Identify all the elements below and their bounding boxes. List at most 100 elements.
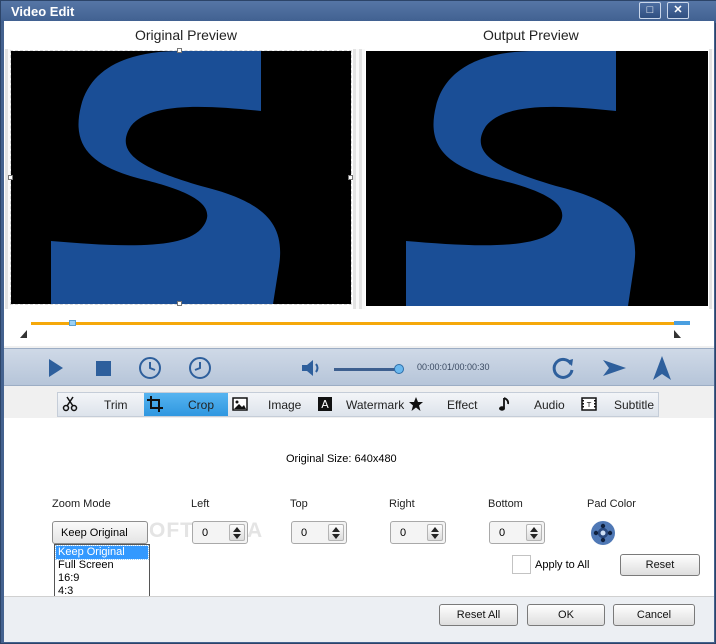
star-icon xyxy=(409,397,423,411)
flip-vertical-icon[interactable] xyxy=(649,355,675,381)
tab-trim[interactable]: Trim xyxy=(58,393,144,416)
time-readout: 00:00:01/00:00:30 xyxy=(417,362,490,372)
title-bar: Video Edit □ ✕ xyxy=(1,1,716,23)
preview-border-right xyxy=(709,49,714,309)
reset-all-button[interactable]: Reset All xyxy=(439,604,518,626)
flip-horizontal-icon[interactable] xyxy=(601,355,627,381)
tab-watermark[interactable]: A Watermark xyxy=(313,393,412,416)
tab-label: Image xyxy=(268,398,302,412)
subtitle-icon: T xyxy=(581,397,597,411)
color-wheel-icon xyxy=(593,523,613,543)
zoom-option-full-screen[interactable]: Full Screen xyxy=(56,559,148,572)
tab-label: Audio xyxy=(534,398,565,412)
original-preview-title: Original Preview xyxy=(135,27,237,43)
pad-color-label: Pad Color xyxy=(587,498,636,510)
zoom-mode-value: Keep Original xyxy=(61,527,128,539)
left-spin-buttons[interactable] xyxy=(229,524,245,541)
tab-label: Effect xyxy=(447,398,478,412)
tab-effect[interactable]: Effect xyxy=(409,393,495,416)
left-value: 0 xyxy=(202,527,209,539)
top-spin-buttons[interactable] xyxy=(328,524,344,541)
apply-to-all-checkbox[interactable] xyxy=(512,555,531,574)
watermark-icon: A xyxy=(318,397,332,411)
timeline-playhead[interactable] xyxy=(69,320,76,326)
pad-color-picker[interactable] xyxy=(591,521,615,545)
timeline-end-segment xyxy=(674,321,690,325)
player-controls: 00:00:01/00:00:30 xyxy=(4,348,714,386)
right-spin-buttons[interactable] xyxy=(427,524,443,541)
spin-up-icon[interactable] xyxy=(530,527,538,532)
bottom-spinbox[interactable]: 0 xyxy=(489,521,545,544)
spin-up-icon[interactable] xyxy=(332,527,340,532)
window-title: Video Edit xyxy=(11,4,75,19)
zoom-mode-select[interactable]: Keep Original xyxy=(52,521,148,544)
left-spinbox[interactable]: 0 xyxy=(192,521,248,544)
svg-text:T: T xyxy=(586,401,592,409)
preview-area: Original Preview Output Preview xyxy=(4,21,714,346)
volume-knob[interactable] xyxy=(393,364,404,374)
bottom-value: 0 xyxy=(499,527,506,539)
tab-subtitle[interactable]: T Subtitle xyxy=(577,393,659,416)
play-icon[interactable] xyxy=(42,355,68,381)
spin-down-icon[interactable] xyxy=(530,534,538,539)
volume-slider[interactable] xyxy=(334,368,402,371)
client-area: Original Preview Output Preview 00:00:01… xyxy=(4,21,714,642)
tab-image[interactable]: Image xyxy=(228,393,313,416)
close-button[interactable]: ✕ xyxy=(667,2,689,19)
zoom-mode-dropdown: Keep Original Full Screen 16:9 4:3 xyxy=(54,544,150,597)
tab-label: Crop xyxy=(188,398,215,412)
cancel-button[interactable]: Cancel xyxy=(613,604,695,626)
left-label: Left xyxy=(191,498,210,510)
tab-audio[interactable]: Audio xyxy=(495,393,577,416)
crop-icon xyxy=(147,396,163,412)
crop-handle-left[interactable] xyxy=(8,175,13,180)
ok-button[interactable]: OK xyxy=(527,604,605,626)
crop-handle-bottom[interactable] xyxy=(177,301,182,306)
output-preview-title: Output Preview xyxy=(483,27,579,43)
image-icon xyxy=(232,397,248,411)
spin-down-icon[interactable] xyxy=(332,534,340,539)
top-label: Top xyxy=(290,498,308,510)
trim-end-marker[interactable] xyxy=(674,330,681,338)
zoom-mode-label: Zoom Mode xyxy=(52,498,111,510)
crop-selection-frame[interactable] xyxy=(10,50,352,305)
rotate-icon[interactable] xyxy=(551,355,577,381)
edit-tab-bar: Trim Crop Image A Watermark Effect Audio xyxy=(57,392,659,417)
bottom-label: Bottom xyxy=(488,498,523,510)
crop-handle-right[interactable] xyxy=(348,175,353,180)
bottom-spin-buttons[interactable] xyxy=(526,524,542,541)
spin-up-icon[interactable] xyxy=(431,527,439,532)
zoom-option-keep-original[interactable]: Keep Original xyxy=(55,545,149,560)
spin-up-icon[interactable] xyxy=(233,527,241,532)
crop-handle-top[interactable] xyxy=(177,48,182,53)
scissors-icon xyxy=(62,396,78,412)
apply-to-all-label: Apply to All xyxy=(535,559,590,571)
svg-text:A: A xyxy=(321,398,329,411)
zoom-option-16-9[interactable]: 16:9 xyxy=(56,572,148,585)
right-value: 0 xyxy=(400,527,407,539)
spin-down-icon[interactable] xyxy=(431,534,439,539)
spin-down-icon[interactable] xyxy=(233,534,241,539)
tab-label: Subtitle xyxy=(614,398,655,412)
end-time-icon[interactable] xyxy=(187,355,213,381)
right-label: Right xyxy=(389,498,415,510)
trim-start-marker[interactable] xyxy=(20,330,27,338)
right-spinbox[interactable]: 0 xyxy=(390,521,446,544)
original-size-label: Original Size: 640x480 xyxy=(286,453,397,465)
video-edit-window: Video Edit □ ✕ Original Preview Output P… xyxy=(0,0,716,644)
stop-icon[interactable] xyxy=(90,355,116,381)
dialog-footer: Reset All OK Cancel xyxy=(4,596,714,642)
music-note-icon xyxy=(499,397,510,411)
tab-crop[interactable]: Crop xyxy=(144,393,228,416)
preview-divider xyxy=(353,49,365,309)
top-value: 0 xyxy=(301,527,308,539)
volume-icon[interactable] xyxy=(299,355,325,381)
start-time-icon[interactable] xyxy=(137,355,163,381)
tab-label: Trim xyxy=(104,398,128,412)
maximize-button[interactable]: □ xyxy=(639,2,661,19)
top-spinbox[interactable]: 0 xyxy=(291,521,347,544)
s-logo-shape xyxy=(406,51,636,306)
reset-button[interactable]: Reset xyxy=(620,554,700,576)
output-video xyxy=(366,51,708,306)
timeline-track[interactable] xyxy=(31,322,690,325)
